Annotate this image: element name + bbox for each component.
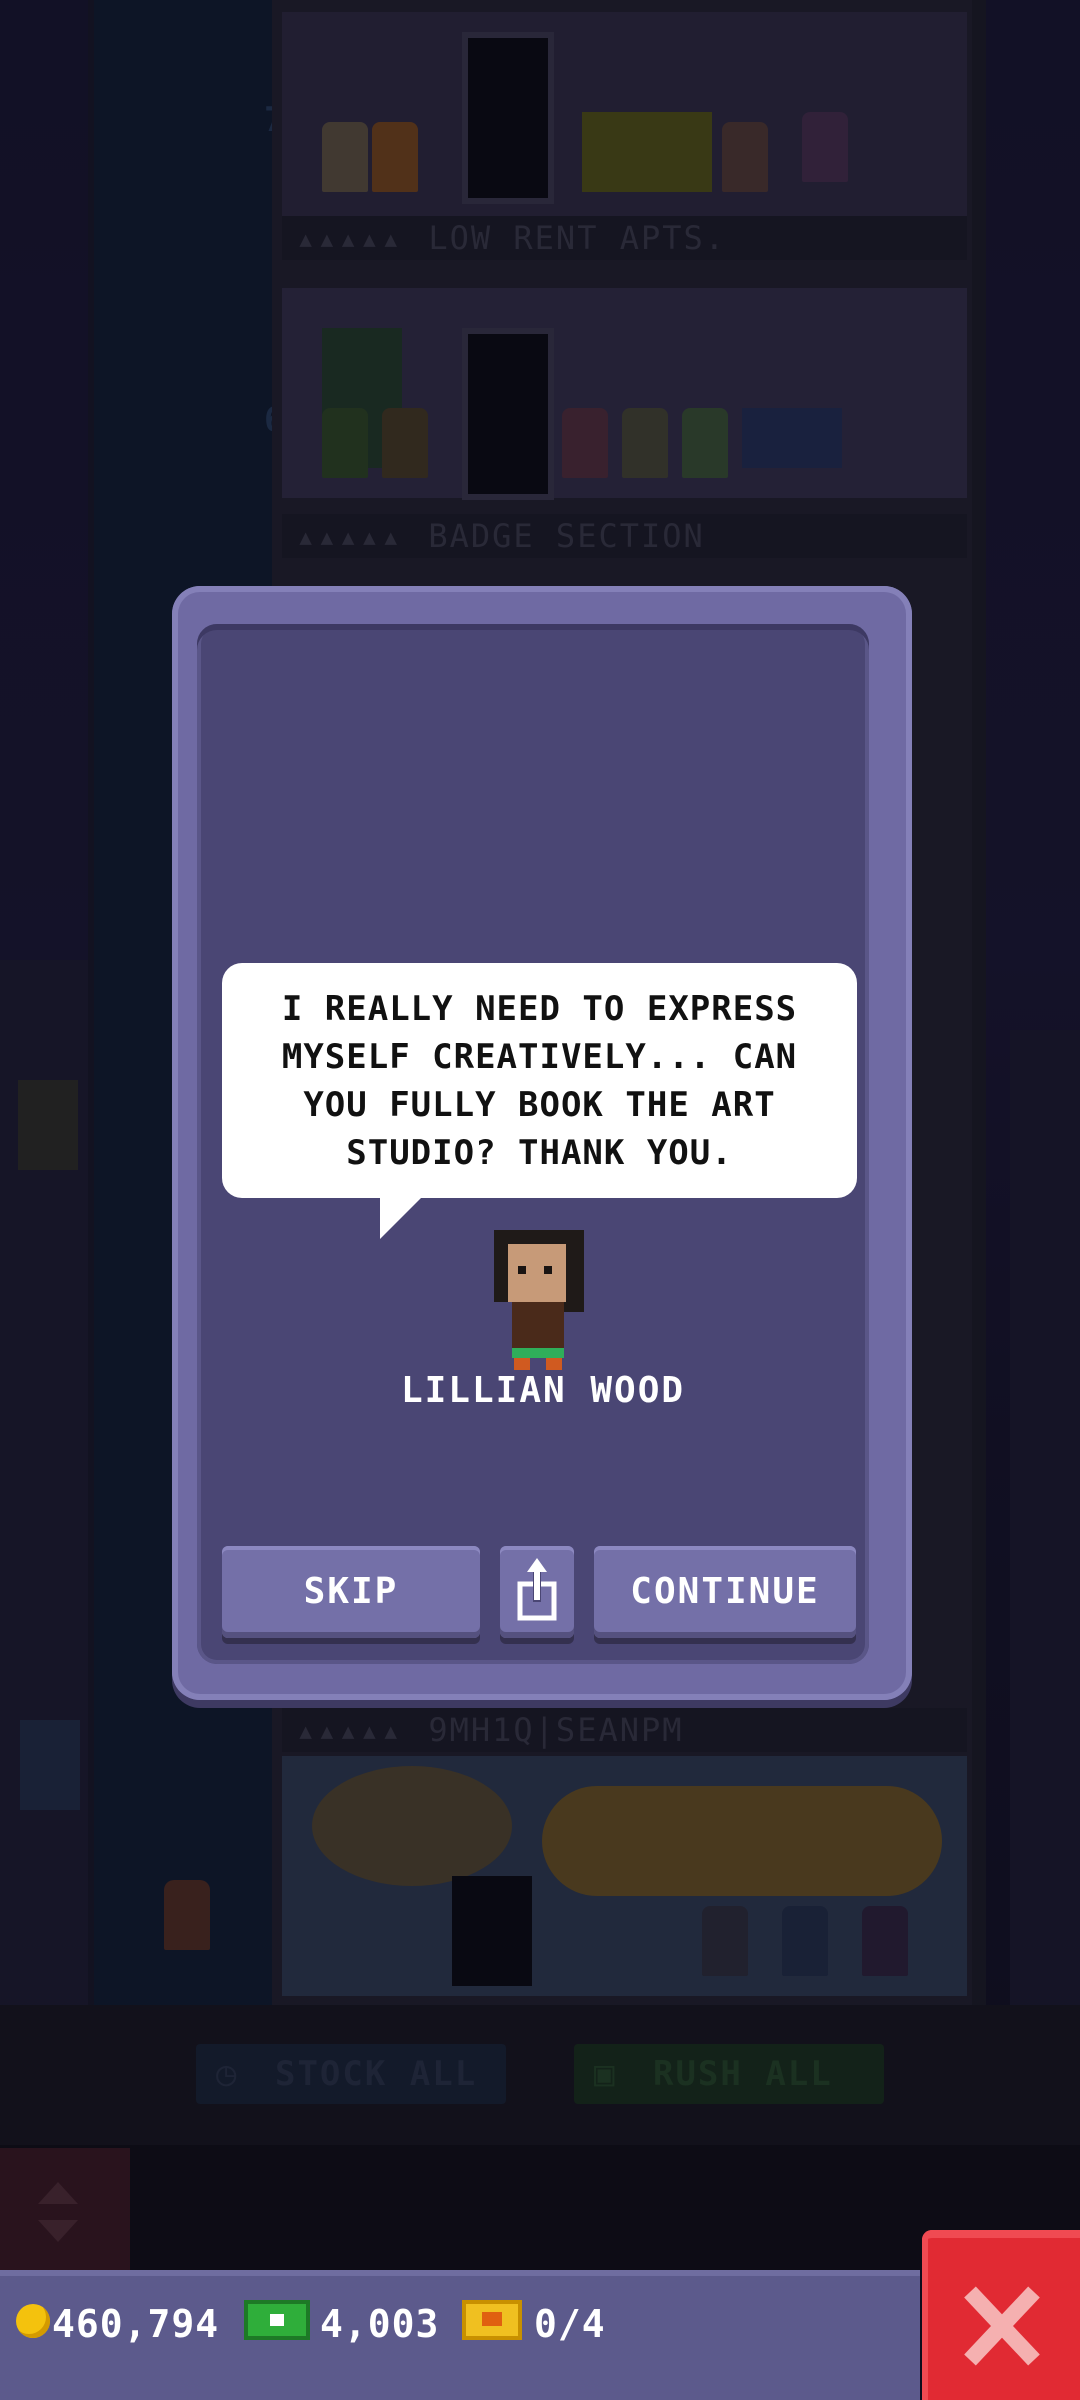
coin-icon — [16, 2304, 50, 2338]
tickets-value: 0/4 — [534, 2302, 606, 2346]
coins-value: 460,794 — [52, 2302, 220, 2346]
close-icon — [964, 2286, 1040, 2366]
speech-bubble: I REALLY NEED TO EXPRESS MYSELF CREATIVE… — [222, 963, 857, 1198]
bux-value: 4,003 — [320, 2302, 440, 2346]
shorts — [512, 1348, 564, 1358]
eye — [544, 1266, 552, 1274]
share-icon — [517, 1558, 557, 1621]
shoe — [514, 1358, 530, 1370]
skip-button[interactable]: SKIP — [222, 1546, 480, 1638]
character-name: LILLIAN WOOD — [400, 1370, 686, 1411]
close-button[interactable] — [922, 2230, 1080, 2400]
character-avatar — [490, 1230, 590, 1370]
shirt — [512, 1302, 564, 1348]
bux-icon — [244, 2300, 310, 2340]
eye — [518, 1266, 526, 1274]
continue-button[interactable]: CONTINUE — [594, 1546, 856, 1638]
shoe — [546, 1358, 562, 1370]
ticket-icon — [462, 2300, 522, 2340]
face — [508, 1244, 566, 1302]
dialog-message: I REALLY NEED TO EXPRESS MYSELF CREATIVE… — [281, 988, 798, 1173]
share-button[interactable] — [500, 1546, 574, 1638]
speech-bubble-tail — [380, 1195, 424, 1239]
